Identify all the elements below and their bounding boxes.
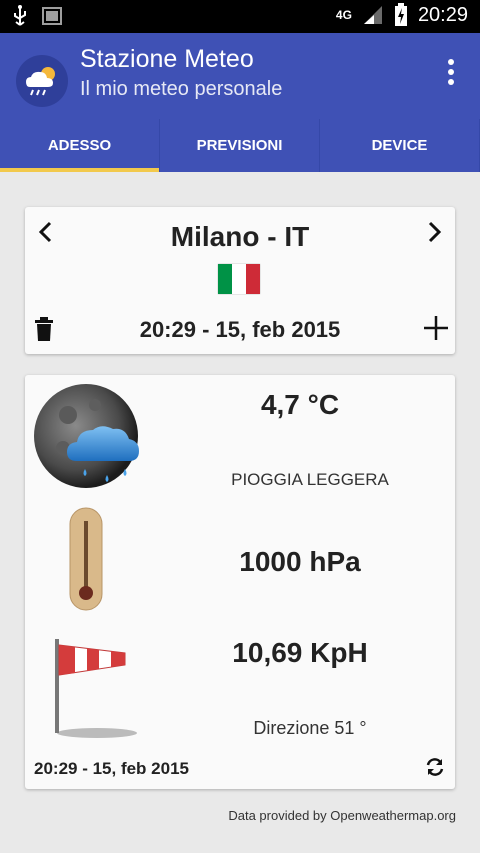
usb-icon (14, 5, 26, 26)
night-rain-weather-icon (34, 384, 139, 488)
tab-adesso[interactable]: ADESSO (0, 119, 160, 172)
location-datetime: 20:29 - 15, feb 2015 (139, 317, 341, 342)
add-location-icon[interactable] (423, 315, 449, 341)
tab-label: ADESSO (47, 137, 112, 154)
data-credit: Data provided by Openweathermap.org (228, 808, 456, 823)
flag-stripe-green (218, 264, 232, 294)
next-location-icon[interactable] (423, 221, 445, 243)
windsock-icon (55, 639, 137, 738)
overflow-menu-icon[interactable] (446, 59, 456, 85)
network-type-label: 4G (335, 8, 352, 22)
location-card: Milano - IT 20:29 - 15, feb 2015 (25, 207, 455, 354)
app-bar: Stazione Meteo Il mio meteo personale (0, 33, 480, 119)
status-bar: 4G 20:29 (0, 0, 480, 33)
pressure-value: 1000 hPa (239, 546, 361, 577)
country-flag (218, 264, 260, 294)
weather-card: 4,7 °C PIOGGIA LEGGERA 1000 hPa 10,69 Kp… (25, 375, 455, 789)
weather-description: PIOGGIA LEGGERA (231, 470, 389, 489)
battery-charging-icon (394, 3, 407, 26)
wind-direction: Direzione 51 ° (253, 718, 367, 738)
tab-label: PREVISIONI (196, 137, 283, 154)
app-title: Stazione Meteo (80, 45, 254, 73)
tab-bar: ADESSO PREVISIONI DEVICE (0, 119, 480, 172)
gallery-notification-icon (42, 7, 62, 25)
app-logo-icon (16, 55, 68, 107)
tab-device[interactable]: DEVICE (320, 119, 480, 172)
app-subtitle: Il mio meteo personale (80, 78, 283, 100)
city-name: Milano - IT (170, 221, 310, 252)
flag-stripe-white (232, 264, 246, 294)
last-update-datetime: 20:29 - 15, feb 2015 (34, 759, 189, 778)
tab-label: DEVICE (371, 137, 428, 154)
refresh-icon[interactable] (425, 756, 445, 778)
flag-stripe-red (246, 264, 260, 294)
tab-previsioni[interactable]: PREVISIONI (160, 119, 320, 172)
wind-speed-value: 10,69 KpH (232, 637, 368, 668)
clock: 20:29 (417, 3, 468, 26)
thermometer-icon (69, 507, 103, 611)
temperature-value: 4,7 °C (260, 389, 340, 420)
signal-icon (363, 6, 382, 24)
